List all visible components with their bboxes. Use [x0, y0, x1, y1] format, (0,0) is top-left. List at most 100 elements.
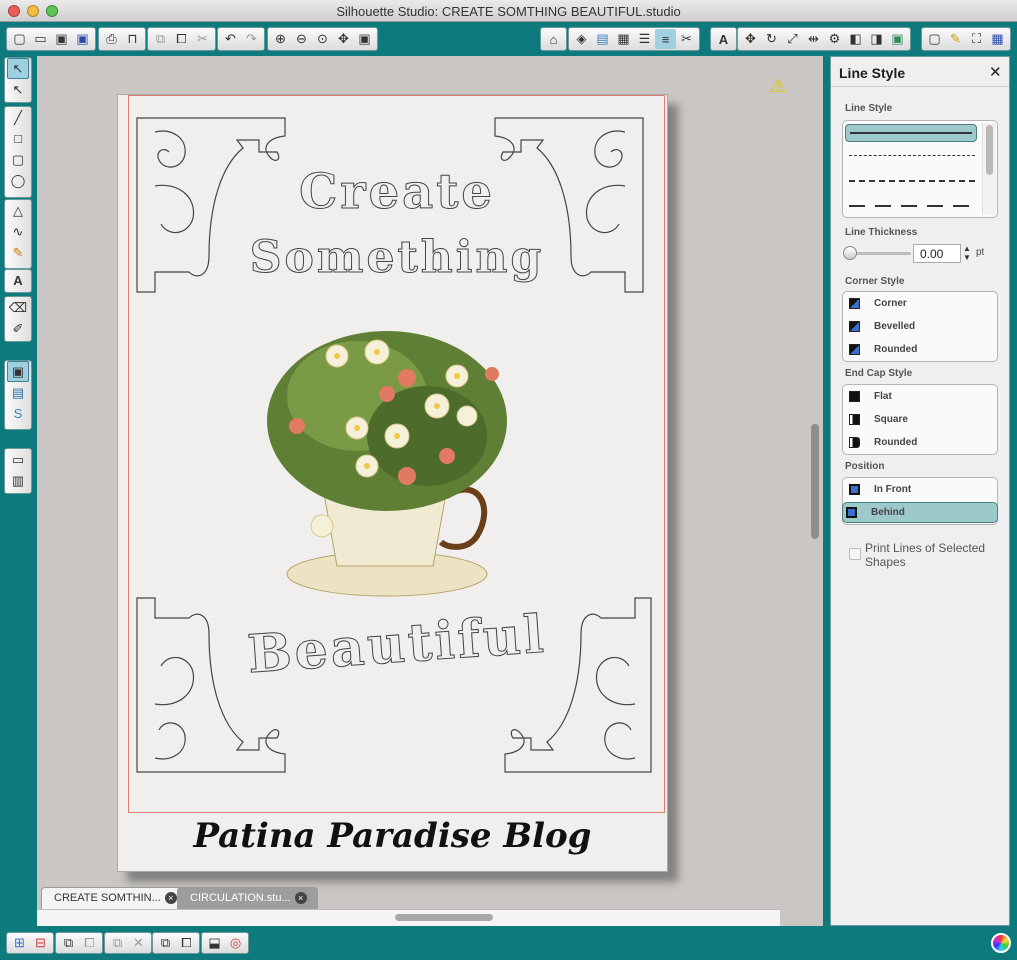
- text-tool-icon[interactable]: A: [7, 270, 29, 291]
- endcap-option-square[interactable]: Square: [846, 409, 994, 430]
- sketch-icon[interactable]: ✎: [945, 29, 966, 49]
- cutter-icon[interactable]: ⊓: [122, 29, 143, 49]
- point-edit-icon[interactable]: ↖: [7, 79, 29, 100]
- split-vertical-icon[interactable]: ▥: [7, 470, 29, 491]
- pan-icon[interactable]: ✥: [333, 29, 354, 49]
- rounded-rectangle-tool-icon[interactable]: ▢: [7, 149, 29, 170]
- trace-icon[interactable]: ▣: [887, 29, 908, 49]
- zoom-selection-icon[interactable]: ⊙: [312, 29, 333, 49]
- save-icon[interactable]: ▣: [51, 29, 72, 49]
- gradient-icon[interactable]: ▤: [592, 29, 613, 49]
- page-settings-icon[interactable]: ▢: [924, 29, 945, 49]
- ungroup-icon[interactable]: ⊟: [30, 933, 51, 953]
- design-workspace[interactable]: Create Something Beautiful Patina Paradi…: [37, 56, 823, 926]
- line-style-dashed[interactable]: [849, 180, 975, 182]
- pattern-icon[interactable]: ▦: [613, 29, 634, 49]
- fit-page-icon[interactable]: ▣: [354, 29, 375, 49]
- endcap-option-rounded[interactable]: Rounded: [846, 432, 994, 453]
- cut-icon[interactable]: ✂: [192, 29, 213, 49]
- offset-icon[interactable]: ◨: [866, 29, 887, 49]
- file-group: ▢ ▭ ▣ ▣: [6, 27, 96, 51]
- scale-icon[interactable]: ⤢: [782, 29, 803, 49]
- horizontal-scroll-thumb[interactable]: [395, 914, 493, 921]
- text-tools: A: [4, 269, 32, 293]
- line-style-list[interactable]: [842, 120, 998, 218]
- line-color-icon[interactable]: ☰: [634, 29, 655, 49]
- color-wheel-icon[interactable]: [991, 933, 1011, 953]
- eraser-tool-icon[interactable]: ⌫: [7, 297, 29, 318]
- tab-close-icon[interactable]: ×: [164, 892, 177, 904]
- line-thickness-field[interactable]: 0.00: [913, 244, 961, 263]
- corner-option-bevelled[interactable]: Bevelled: [846, 316, 994, 337]
- corner-option-rounded[interactable]: Rounded: [846, 339, 994, 360]
- option-label: In Front: [874, 484, 912, 495]
- move-icon[interactable]: ✥: [740, 29, 761, 49]
- vertical-scrollbar[interactable]: [807, 56, 823, 926]
- delete-icon[interactable]: ✕: [128, 933, 149, 953]
- corner-option-corner[interactable]: Corner: [846, 293, 994, 314]
- line-thickness-stepper[interactable]: ▲ ▼: [963, 244, 971, 262]
- online-store-icon[interactable]: S: [7, 403, 29, 424]
- endcap-option-flat[interactable]: Flat: [846, 386, 994, 407]
- line-tool-icon[interactable]: ╱: [7, 107, 29, 128]
- paste-icon[interactable]: ⧠: [171, 29, 192, 49]
- registration-icon[interactable]: ⛶: [966, 29, 987, 49]
- cut-style-icon[interactable]: ✂: [676, 29, 697, 49]
- horizontal-scrollbar[interactable]: [37, 909, 780, 926]
- line-style-scrollbar[interactable]: [982, 123, 996, 215]
- close-icon[interactable]: ✕: [989, 63, 1002, 81]
- design-area-icon[interactable]: ▣: [7, 361, 29, 382]
- line-thickness-slider[interactable]: [843, 245, 911, 261]
- zoom-in-icon[interactable]: ⊕: [270, 29, 291, 49]
- print-icon[interactable]: ⎙: [101, 29, 122, 49]
- replicate-icon[interactable]: ⚙: [824, 29, 845, 49]
- freehand-tool-icon[interactable]: ✎: [7, 242, 29, 263]
- undo-icon[interactable]: ↶: [220, 29, 241, 49]
- grid-icon[interactable]: ▦: [987, 29, 1008, 49]
- vertical-scroll-thumb[interactable]: [811, 424, 819, 539]
- line-style-dotted[interactable]: [849, 155, 975, 156]
- duplicate-icon[interactable]: ⧉: [107, 933, 128, 953]
- rotate-icon[interactable]: ↻: [761, 29, 782, 49]
- document-tab-create[interactable]: CREATE SOMTHIN... ×: [41, 887, 188, 909]
- ellipse-tool-icon[interactable]: ◯: [7, 170, 29, 191]
- open-icon[interactable]: ▭: [30, 29, 51, 49]
- align-icon[interactable]: ◧: [845, 29, 866, 49]
- curve-tool-icon[interactable]: ∿: [7, 221, 29, 242]
- line-style-long-dash[interactable]: [849, 205, 975, 207]
- home-icon[interactable]: ⌂: [543, 29, 564, 49]
- weld-icon[interactable]: ⬓: [204, 933, 225, 953]
- document-tab-circulation[interactable]: CIRCULATION.stu... ×: [177, 887, 318, 909]
- offset-target-icon[interactable]: ◎: [225, 933, 246, 953]
- select-arrow-icon[interactable]: ↖: [7, 58, 29, 79]
- release-compound-icon[interactable]: ⧠: [79, 933, 100, 953]
- tab-close-icon[interactable]: ×: [294, 892, 307, 904]
- group-icon[interactable]: ⊞: [9, 933, 30, 953]
- polygon-tool-icon[interactable]: △: [7, 200, 29, 221]
- library-icon[interactable]: ▤: [7, 382, 29, 403]
- knife-tool-icon[interactable]: ✐: [7, 318, 29, 339]
- redo-icon[interactable]: ↷: [241, 29, 262, 49]
- fill-color-icon[interactable]: ◈: [571, 29, 592, 49]
- bring-forward-icon[interactable]: ⧉: [155, 933, 176, 953]
- save-library-icon[interactable]: ▣: [72, 29, 93, 49]
- position-option-behind[interactable]: Behind: [842, 502, 998, 523]
- line-style-icon[interactable]: ≡: [655, 29, 676, 49]
- zoom-out-icon[interactable]: ⊖: [291, 29, 312, 49]
- option-label: Flat: [874, 391, 892, 402]
- design-text-create[interactable]: Create: [237, 164, 557, 221]
- print-lines-checkbox[interactable]: [849, 548, 861, 560]
- position-option-in-front[interactable]: In Front: [846, 479, 994, 500]
- blog-text[interactable]: Patina Paradise Blog: [117, 816, 668, 856]
- text-style-icon[interactable]: A: [713, 29, 734, 49]
- warning-icon[interactable]: ⚠: [770, 76, 786, 97]
- split-horizontal-icon[interactable]: ▭: [7, 449, 29, 470]
- copy-icon[interactable]: ⧉: [150, 29, 171, 49]
- make-compound-icon[interactable]: ⧉: [58, 933, 79, 953]
- line-style-solid[interactable]: [845, 124, 977, 142]
- rectangle-tool-icon[interactable]: □: [7, 128, 29, 149]
- send-backward-icon[interactable]: ⧠: [176, 933, 197, 953]
- design-text-something[interactable]: Something: [232, 232, 562, 284]
- mirror-icon[interactable]: ⇹: [803, 29, 824, 49]
- new-document-icon[interactable]: ▢: [9, 29, 30, 49]
